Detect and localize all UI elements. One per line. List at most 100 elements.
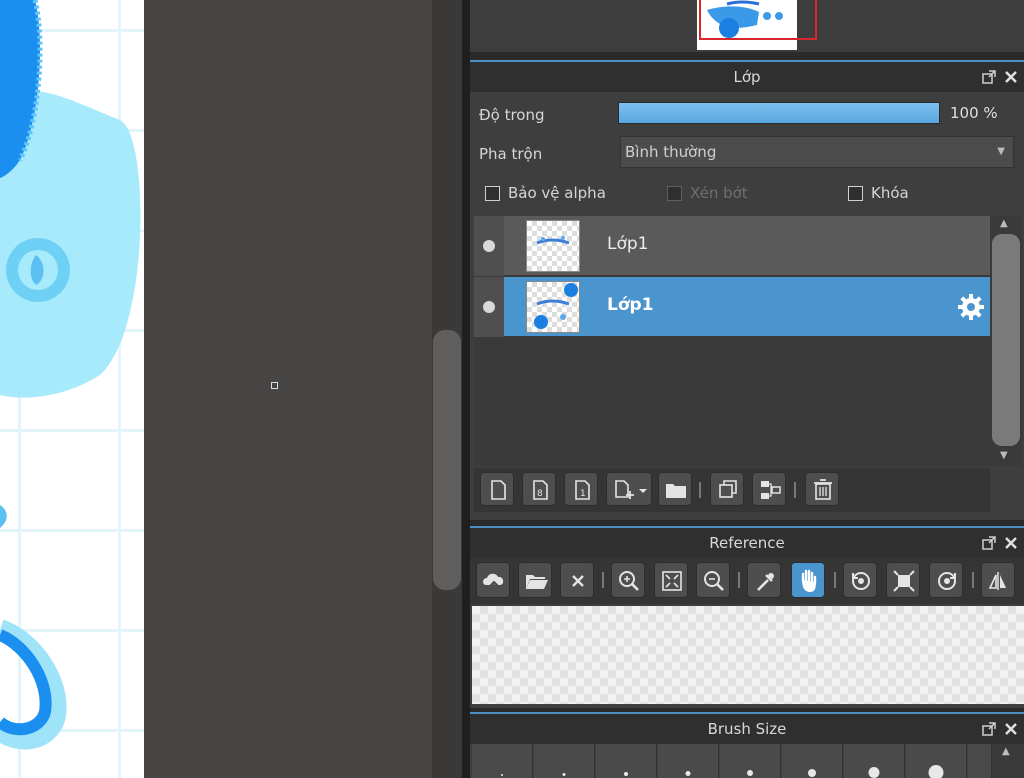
new-1bit-layer-icon[interactable]: 1 (564, 472, 598, 506)
folder-icon[interactable] (658, 472, 692, 506)
checkbox-box[interactable] (485, 185, 500, 201)
reference-panel (470, 558, 1024, 708)
brush-dot-icon (624, 772, 628, 776)
layer-scrollbar-thumb[interactable] (992, 234, 1020, 446)
toolbar-separator (834, 572, 836, 588)
flip-icon[interactable] (981, 562, 1015, 598)
layer-thumbnail (526, 281, 580, 333)
opacity-slider[interactable] (618, 102, 940, 124)
scroll-up-icon[interactable]: ▲ (1000, 218, 1008, 229)
brush-size-option[interactable] (472, 744, 533, 778)
brush-size-option[interactable] (844, 744, 905, 778)
brush-dot-icon (501, 774, 503, 776)
gear-icon[interactable] (956, 292, 986, 322)
brush-size-panel: ▲ (470, 744, 1024, 778)
eyedropper-icon[interactable] (747, 562, 781, 598)
zoom-in-icon[interactable] (611, 562, 645, 598)
new-layer-icon[interactable] (480, 472, 514, 506)
add-layer-dropdown-icon[interactable] (606, 472, 652, 506)
brush-dot-icon (685, 771, 691, 776)
reference-panel-title: Reference (709, 534, 785, 552)
brush-size-option[interactable] (596, 744, 657, 778)
duplicate-layer-icon[interactable] (710, 472, 744, 506)
brush-size-option[interactable] (534, 744, 595, 778)
workspace-background (144, 0, 432, 778)
reference-toolbar (470, 558, 1024, 604)
fit-screen-icon[interactable] (886, 562, 920, 598)
eye-dot-icon[interactable] (483, 301, 495, 313)
checkbox-box (667, 185, 682, 201)
opacity-value: 100 % (950, 104, 998, 122)
brush-size-option[interactable] (782, 744, 843, 778)
alpha-protect-checkbox[interactable]: Bảo vệ alpha (485, 184, 606, 202)
canvas-artwork (0, 0, 141, 750)
brush-size-option[interactable] (968, 744, 992, 778)
trash-icon[interactable] (805, 472, 839, 506)
popout-icon[interactable] (982, 536, 996, 550)
layer-list-scrollbar[interactable]: ▲ ▼ (990, 216, 1022, 466)
blend-mode-value: Bình thường (625, 143, 717, 161)
lock-checkbox[interactable]: Khóa (848, 184, 909, 202)
layer-list[interactable]: Lớp1 Lớp1 (474, 216, 990, 466)
reference-canvas[interactable] (472, 606, 1024, 704)
opacity-label: Độ trong (479, 106, 545, 124)
close-icon[interactable] (1004, 536, 1018, 550)
upload-cloud-icon[interactable] (476, 562, 510, 598)
layer-thumbnail (526, 220, 580, 272)
toolbar-separator (699, 482, 701, 498)
svg-text:8: 8 (537, 489, 543, 499)
checkbox-box[interactable] (848, 185, 863, 201)
brush-panel-scrollbar[interactable]: ▲ (992, 744, 1024, 778)
svg-text:1: 1 (580, 489, 586, 499)
hand-icon[interactable] (791, 562, 825, 598)
workspace-scrollbar-thumb[interactable] (433, 330, 461, 590)
blend-mode-select[interactable]: Bình thường ▼ (620, 136, 1014, 168)
toolbar-separator (972, 572, 974, 588)
clipping-checkbox: Xén bớt (667, 184, 748, 202)
popout-icon[interactable] (982, 722, 996, 736)
checkbox-label: Bảo vệ alpha (508, 184, 606, 202)
close-icon[interactable] (560, 562, 594, 598)
brush-size-panel-title: Brush Size (707, 720, 787, 738)
navigator-view-frame[interactable] (699, 0, 817, 40)
close-icon[interactable] (1004, 722, 1018, 736)
popout-icon[interactable] (982, 70, 996, 84)
layer-name[interactable]: Lớp1 (607, 234, 648, 254)
brush-size-option[interactable] (720, 744, 781, 778)
open-folder-icon[interactable] (518, 562, 552, 598)
rotate-left-icon[interactable] (843, 562, 877, 598)
merge-layer-icon[interactable] (752, 472, 786, 506)
visibility-toggle[interactable] (474, 277, 504, 337)
layer-name[interactable]: Lớp1 (607, 295, 654, 315)
panel-divider[interactable] (462, 0, 470, 778)
brush-dot-icon (747, 770, 753, 776)
brush-dot-icon (928, 765, 944, 778)
scroll-down-icon[interactable]: ▼ (1000, 450, 1008, 461)
navigator-panel (470, 0, 1024, 52)
visibility-toggle[interactable] (474, 216, 504, 276)
chevron-down-icon: ▼ (997, 146, 1005, 157)
brush-size-panel-header: Brush Size (470, 712, 1024, 744)
brush-dot-icon (868, 767, 880, 778)
zoom-out-icon[interactable] (696, 562, 730, 598)
layer-toolbar: 8 1 (474, 468, 990, 512)
close-icon[interactable] (1004, 70, 1018, 84)
brush-dot-icon (562, 773, 566, 776)
checkbox-label: Xén bớt (690, 184, 748, 202)
rotate-right-icon[interactable] (929, 562, 963, 598)
layer-panel: Độ trong 100 % Pha trộn Bình thường ▼ Bả… (470, 92, 1024, 520)
brush-size-option[interactable] (658, 744, 719, 778)
scroll-up-icon[interactable]: ▲ (1002, 746, 1010, 757)
new-8bit-layer-icon[interactable]: 8 (522, 472, 556, 506)
eye-dot-icon[interactable] (483, 240, 495, 252)
toolbar-separator (738, 572, 740, 588)
layer-row-selected[interactable]: Lớp1 (474, 277, 990, 337)
reference-panel-header: Reference (470, 526, 1024, 558)
blend-label: Pha trộn (479, 145, 543, 163)
layer-row[interactable]: Lớp1 (474, 216, 990, 276)
toolbar-separator (602, 572, 604, 588)
brush-size-option[interactable] (906, 744, 967, 778)
drawing-canvas[interactable] (0, 0, 144, 778)
fit-icon[interactable] (654, 562, 688, 598)
toolbar-separator (794, 482, 796, 498)
